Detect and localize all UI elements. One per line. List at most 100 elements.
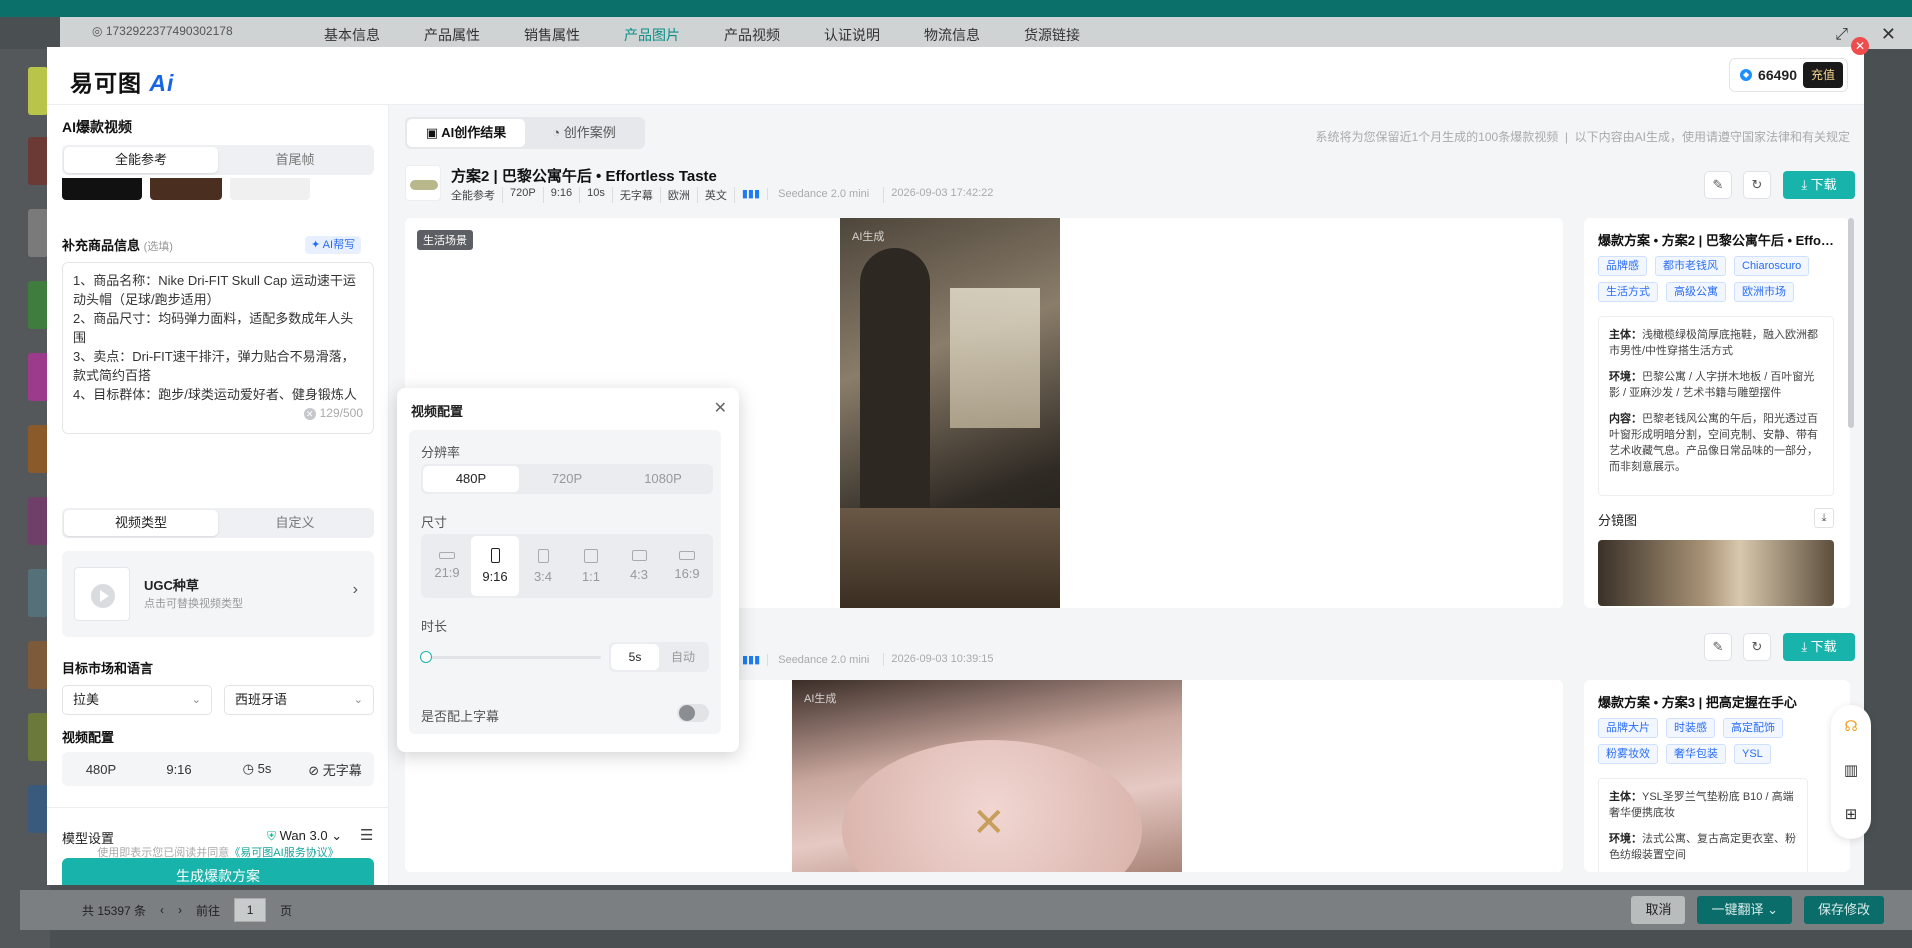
language-select[interactable]: 西班牙语 ⌄ bbox=[224, 685, 374, 715]
product-info-textarea[interactable]: 1、商品名称：Nike Dri-FIT Skull Cap 运动速干运动头帽（足… bbox=[62, 262, 374, 434]
video-config-summary[interactable]: 480P 9:16 ◷ 5s ⊘ 无字幕 bbox=[62, 752, 374, 786]
close-icon[interactable]: ✕ bbox=[714, 398, 727, 418]
reference-images bbox=[62, 178, 374, 200]
ratio-4-3[interactable]: 4:3 bbox=[615, 536, 663, 596]
plan-title: 爆款方案 • 方案3 | 把高定握在手心 bbox=[1598, 695, 1797, 710]
storyboard-label: 分镜图 bbox=[1598, 513, 1638, 528]
ratio-16-9[interactable]: 16:9 bbox=[663, 536, 711, 596]
ratio-1-1[interactable]: 1:1 bbox=[567, 536, 615, 596]
list-thumbnail[interactable] bbox=[28, 209, 48, 257]
settings-icon[interactable]: ☰ bbox=[360, 826, 373, 844]
list-thumbnail[interactable] bbox=[28, 281, 48, 329]
plan-title: 爆款方案 • 方案2 | 巴黎公寓午后 • Effortless Taste bbox=[1598, 233, 1838, 248]
model-select[interactable]: ⛨ Wan 3.0 ⌄ bbox=[267, 828, 342, 844]
next-page-icon[interactable]: › bbox=[178, 903, 182, 917]
char-counter: ✕ 129/500 bbox=[303, 404, 363, 423]
resolution-1080p[interactable]: 1080P bbox=[615, 466, 711, 492]
page-input[interactable]: 1 bbox=[234, 898, 267, 922]
agreement-link[interactable]: 《易可图AI服务协议》 bbox=[229, 847, 338, 859]
refresh-icon[interactable]: ↻ bbox=[1743, 171, 1771, 199]
result-title: 方案2 | 巴黎公寓午后 • Effortless Taste bbox=[451, 168, 717, 185]
list-thumbnail[interactable] bbox=[28, 713, 48, 761]
list-thumbnail[interactable] bbox=[28, 641, 48, 689]
duration-slider[interactable] bbox=[420, 651, 601, 663]
modal-header: 易可图 Ai ◆ 66490 充值 bbox=[47, 47, 1864, 105]
chevron-right-icon: › bbox=[352, 581, 358, 598]
video-player[interactable]: AI生成 bbox=[840, 218, 1060, 608]
result-tabs: ▣ AI创作结果 ◔ 创作案例 bbox=[405, 117, 645, 149]
download-icon[interactable]: ⤓ bbox=[1814, 508, 1834, 528]
list-thumbnail[interactable] bbox=[28, 569, 48, 617]
ai-write-button[interactable]: ✦ AI帮写 bbox=[305, 236, 362, 254]
close-icon[interactable]: ✕ bbox=[1881, 24, 1896, 45]
duration-5s[interactable]: 5s bbox=[611, 644, 659, 670]
tab-cases[interactable]: ◔ 创作案例 bbox=[525, 119, 643, 147]
plan-card: 爆款方案 • 方案3 | 把高定握在手心 品牌大片 时装感 高定配饰 粉雾妆效 … bbox=[1584, 680, 1850, 872]
save-button[interactable]: 保存修改 bbox=[1803, 896, 1884, 924]
reference-image[interactable] bbox=[62, 178, 142, 200]
coin-icon: ◆ bbox=[1740, 69, 1753, 81]
ratio-21-9[interactable]: 21:9 bbox=[423, 536, 471, 596]
clock-icon: ◷ bbox=[242, 761, 254, 776]
recharge-button[interactable]: 充值 bbox=[1802, 62, 1843, 88]
video-type-card[interactable]: UGC种草 点击可替换视频类型 › bbox=[62, 551, 374, 637]
tag: YSL bbox=[1734, 744, 1771, 764]
list-thumbnail[interactable] bbox=[28, 497, 48, 545]
storyboard-image[interactable] bbox=[1598, 540, 1834, 606]
duration-auto[interactable]: 自动 bbox=[659, 644, 707, 670]
clear-icon[interactable]: ✕ bbox=[303, 407, 316, 420]
page-suffix: 页 bbox=[280, 903, 293, 918]
video-player[interactable]: ✕ AI生成 bbox=[792, 680, 1182, 872]
tab-custom[interactable]: 自定义 bbox=[218, 510, 372, 536]
maximize-icon[interactable]: ⤢ bbox=[1835, 26, 1848, 44]
list-thumbnail[interactable] bbox=[28, 137, 48, 185]
image-icon: ▣ bbox=[425, 125, 439, 140]
agreement-text: 使用即表示您已阅读并同意《易可图AI服务协议》 bbox=[97, 847, 339, 859]
reference-image[interactable] bbox=[230, 178, 310, 200]
list-thumbnail[interactable] bbox=[28, 425, 48, 473]
download-button[interactable]: ⤓ 下载 bbox=[1783, 633, 1855, 661]
list-thumbnail[interactable] bbox=[28, 785, 48, 833]
tag: 生活方式 bbox=[1598, 282, 1658, 302]
tab-first-last-frame[interactable]: 首尾帧 bbox=[218, 147, 372, 173]
cancel-button[interactable]: 取消 bbox=[1631, 896, 1686, 924]
tab-all-reference[interactable]: 全能参考 bbox=[64, 147, 218, 173]
popup-title: 视频配置 bbox=[411, 404, 464, 419]
tab-ai-results[interactable]: ▣ AI创作结果 bbox=[407, 119, 525, 147]
app-topbar bbox=[0, 0, 1912, 17]
refresh-icon[interactable]: ↻ bbox=[1743, 633, 1771, 661]
resolution-480p[interactable]: 480P bbox=[423, 466, 519, 492]
edit-icon[interactable]: ✎ bbox=[1704, 171, 1732, 199]
modal-close-icon[interactable]: ✕ bbox=[1851, 37, 1869, 55]
panel-title: AI爆款视频 bbox=[62, 119, 132, 135]
translate-button[interactable]: 一键翻译 ⌄ bbox=[1697, 896, 1792, 924]
logo: 易可图 Ai bbox=[70, 70, 175, 96]
scrollbar[interactable] bbox=[1848, 218, 1854, 428]
no-subtitle-icon: ⊘ bbox=[308, 762, 320, 778]
tab-video-type[interactable]: 视频类型 bbox=[64, 510, 218, 536]
list-thumbnail[interactable] bbox=[28, 353, 48, 401]
ratio-9-16[interactable]: 9:16 bbox=[471, 536, 519, 596]
generate-button[interactable]: 生成爆款方案 bbox=[62, 858, 374, 885]
list-thumbnail[interactable] bbox=[28, 67, 48, 115]
video-icon bbox=[74, 567, 130, 621]
subtitle-toggle[interactable] bbox=[677, 704, 709, 722]
tag: 粉雾妆效 bbox=[1598, 744, 1658, 764]
prev-page-icon[interactable]: ‹ bbox=[160, 903, 164, 917]
plan-tags: 品牌感 都市老钱风 Chiaroscuro 生活方式 高级公寓 欧洲市场 bbox=[1598, 256, 1844, 302]
ai-badge: AI生成 bbox=[804, 693, 837, 705]
download-button[interactable]: ⤓ 下载 bbox=[1783, 171, 1855, 199]
ratio-3-4[interactable]: 3:4 bbox=[519, 536, 567, 596]
book-icon[interactable]: ▥ bbox=[1841, 761, 1861, 781]
result-header: 方案2 | 巴黎公寓午后 • Effortless Taste 全能参考 720… bbox=[405, 165, 1825, 205]
config-duration: ◷ 5s bbox=[242, 761, 272, 776]
slider-handle[interactable] bbox=[420, 651, 432, 663]
reference-image[interactable] bbox=[150, 178, 222, 200]
apps-icon[interactable]: ⊞ bbox=[1841, 805, 1861, 825]
tag: 时装感 bbox=[1666, 718, 1715, 738]
tag: 都市老钱风 bbox=[1655, 256, 1726, 276]
resolution-720p[interactable]: 720P bbox=[519, 466, 615, 492]
headset-icon[interactable]: ☊ bbox=[1841, 717, 1861, 737]
market-select[interactable]: 拉美 ⌄ bbox=[62, 685, 212, 715]
edit-icon[interactable]: ✎ bbox=[1704, 633, 1732, 661]
